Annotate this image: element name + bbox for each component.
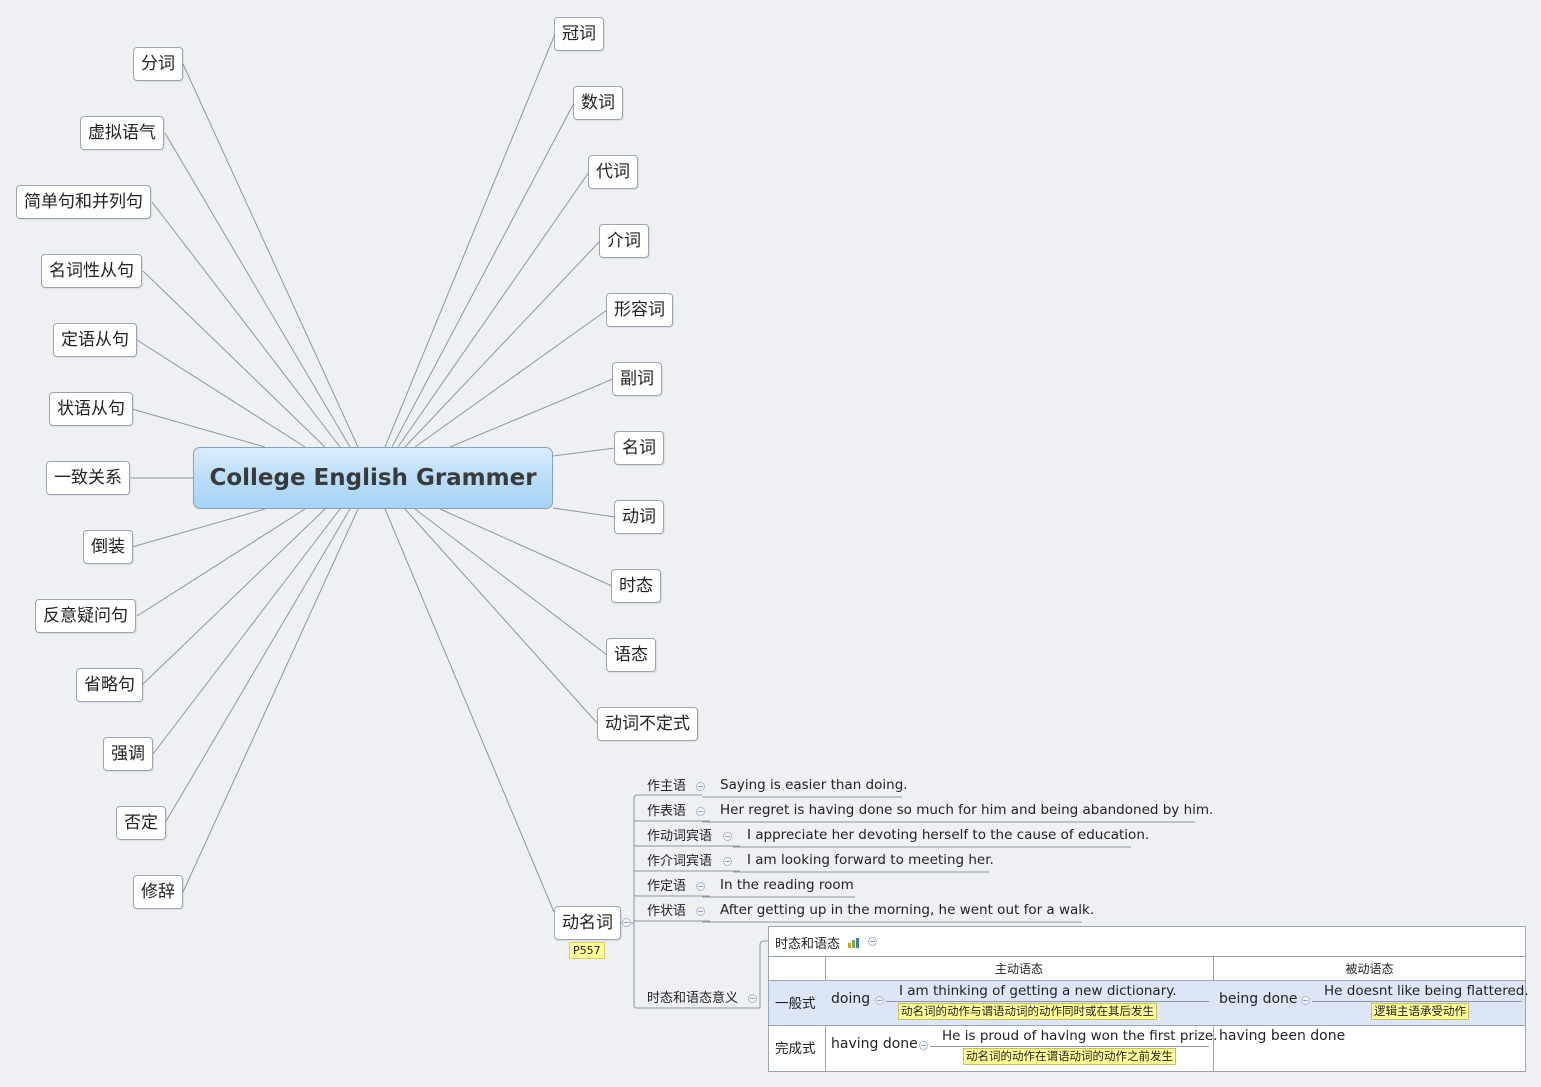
topic-noun-clause[interactable]: 名词性从句 [41, 254, 142, 288]
topic-adverb[interactable]: 副词 [612, 362, 662, 396]
topic-gerund[interactable]: 动名词 [554, 906, 621, 940]
simple-active-example[interactable]: I am thinking of getting a new dictionar… [899, 983, 1177, 999]
topic-rhetoric[interactable]: 修辞 [133, 875, 183, 909]
gerund-as-prep-object[interactable]: 作介词宾语 [647, 853, 712, 871]
connector-left-8 [131, 508, 266, 548]
connector-left-4 [142, 270, 326, 448]
example-predicative[interactable]: Her regret is having done so much for hi… [720, 801, 1213, 819]
gerund-tense-voice[interactable]: 时态和语态意义 [647, 990, 738, 1008]
perfect-active-note: 动名词的动作在谓语动词的动作之前发生 [963, 1048, 1176, 1065]
connector-left-12 [164, 508, 351, 824]
page-reference-tag: P557 [569, 942, 605, 959]
central-topic[interactable]: College English Grammer [193, 447, 553, 509]
row-perfect-name: 完成式 [775, 1041, 816, 1057]
collapse-icon[interactable] [723, 857, 732, 866]
connector-right-3 [397, 171, 590, 448]
simple-passive-example[interactable]: He doesnt like being flattered. [1324, 983, 1529, 999]
col-header-active: 主动语态 [994, 962, 1043, 976]
collapse-icon[interactable] [919, 1041, 928, 1050]
topic-adjective[interactable]: 形容词 [606, 293, 673, 327]
connector-right-12 [384, 508, 555, 913]
topic-tag-question[interactable]: 反意疑问句 [35, 599, 136, 633]
connector-left-3 [151, 201, 341, 448]
connector-left-1 [182, 63, 359, 448]
connector-right-4 [404, 240, 601, 448]
collapse-icon[interactable] [868, 937, 877, 946]
collapse-icon[interactable] [723, 832, 732, 841]
connector-left-10 [141, 508, 326, 686]
connector-right-10 [414, 508, 608, 656]
connector-right-11 [404, 508, 599, 725]
topic-agreement[interactable]: 一致关系 [46, 461, 130, 495]
connector-right-9 [439, 508, 613, 587]
topic-adverbial-clause[interactable]: 状语从句 [49, 392, 133, 426]
topic-ellipsis[interactable]: 省略句 [76, 668, 143, 702]
connector-left-9 [136, 508, 306, 617]
perfect-passive-form[interactable]: having been done [1219, 1028, 1345, 1044]
example-prep-object[interactable]: I am looking forward to meeting her. [747, 851, 994, 869]
connector-right-1 [384, 33, 556, 448]
topic-infinitive[interactable]: 动词不定式 [597, 707, 698, 741]
topic-noun[interactable]: 名词 [614, 431, 664, 465]
topic-emphasis[interactable]: 强调 [103, 737, 153, 771]
collapse-icon[interactable] [696, 907, 705, 916]
example-attribute[interactable]: In the reading room [720, 876, 854, 894]
simple-passive-form[interactable]: being done [1219, 991, 1298, 1007]
connector-right-6 [449, 378, 614, 448]
gerund-as-attribute[interactable]: 作定语 [647, 878, 686, 896]
collapse-icon[interactable] [748, 994, 757, 1003]
collapse-gerund-icon[interactable] [622, 918, 631, 927]
example-verb-object[interactable]: I appreciate her devoting herself to the… [747, 826, 1149, 844]
tense-voice-table: 时态和语态 主动语态 被动语态 一般式 doing I am thinking … [768, 926, 1529, 1072]
gerund-as-verb-object[interactable]: 作动词宾语 [647, 828, 712, 846]
connector-right-5 [414, 309, 608, 448]
topic-numeral[interactable]: 数词 [573, 86, 623, 120]
table-title: 时态和语态 [775, 937, 841, 952]
gerund-as-adverbial[interactable]: 作状语 [647, 903, 686, 921]
simple-active-form[interactable]: doing [831, 991, 870, 1007]
connector-left-11 [152, 508, 341, 755]
chart-icon [847, 934, 861, 948]
connector-left-5 [136, 339, 306, 448]
connector-left-6 [131, 408, 266, 448]
topic-attributive-clause[interactable]: 定语从句 [53, 323, 137, 357]
topic-negation[interactable]: 否定 [116, 806, 166, 840]
col-header-passive: 被动语态 [1345, 962, 1394, 976]
row-simple-name: 一般式 [775, 996, 816, 1012]
collapse-icon[interactable] [696, 782, 705, 791]
topic-voice[interactable]: 语态 [606, 638, 656, 672]
example-adverbial[interactable]: After getting up in the morning, he went… [720, 901, 1094, 919]
connector-right-7 [552, 447, 616, 457]
connector-left-2 [164, 132, 351, 448]
example-subject[interactable]: Saying is easier than doing. [720, 776, 908, 794]
topic-article[interactable]: 冠词 [554, 17, 604, 51]
collapse-icon[interactable] [696, 807, 705, 816]
topic-pronoun[interactable]: 代词 [588, 155, 638, 189]
topic-participle[interactable]: 分词 [133, 47, 183, 81]
collapse-icon[interactable] [875, 996, 884, 1005]
collapse-icon[interactable] [696, 882, 705, 891]
perfect-active-example[interactable]: He is proud of having won the first priz… [942, 1028, 1217, 1044]
connector-left-13 [182, 508, 359, 893]
gerund-as-predicative[interactable]: 作表语 [647, 803, 686, 821]
topic-preposition[interactable]: 介词 [599, 224, 649, 258]
topic-subjunctive[interactable]: 虚拟语气 [80, 116, 164, 150]
topic-simple-compound[interactable]: 简单句和并列句 [16, 185, 151, 219]
connector-lines [131, 33, 1195, 1009]
topic-tense[interactable]: 时态 [611, 569, 661, 603]
gerund-as-subject[interactable]: 作主语 [647, 778, 686, 796]
simple-passive-note: 逻辑主语承受动作 [1371, 1003, 1469, 1020]
connector-right-8 [552, 507, 616, 518]
perfect-active-form[interactable]: having done [831, 1036, 918, 1052]
simple-active-note: 动名词的动作与谓语动词的动作同时或在其后发生 [898, 1003, 1157, 1020]
collapse-icon[interactable] [1301, 996, 1310, 1005]
topic-inversion[interactable]: 倒装 [83, 530, 133, 564]
connector-right-2 [391, 102, 575, 448]
topic-verb[interactable]: 动词 [614, 500, 664, 534]
